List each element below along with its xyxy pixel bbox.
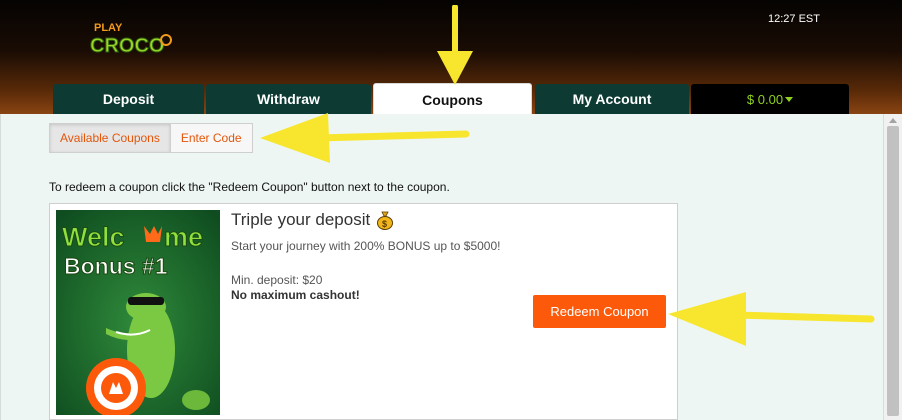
scroll-thumb[interactable] [887,126,899,416]
money-bag-icon: $ [377,211,394,230]
tab-my-account[interactable]: My Account [535,84,689,114]
svg-text:PLAY: PLAY [94,22,123,34]
subtab-available-coupons[interactable]: Available Coupons [50,124,171,152]
playcroco-logo[interactable]: PLAY CROCO [88,16,176,60]
svg-text:Bonus #1: Bonus #1 [64,253,168,279]
balance-amount: $ 0.00 [746,91,784,107]
redeem-instruction: To redeem a coupon click the "Redeem Cou… [49,180,450,194]
chevron-down-icon [785,96,794,102]
svg-text:CROCO: CROCO [90,35,164,57]
balance-dropdown[interactable]: $ 0.00 [691,84,849,114]
svg-text:$: $ [382,219,387,229]
tab-coupons[interactable]: Coupons [373,83,532,115]
coupon-title-text: Triple your deposit [231,210,371,229]
tab-withdraw[interactable]: Withdraw [206,84,371,114]
redeem-coupon-button[interactable]: Redeem Coupon [533,295,666,328]
coupon-title: Triple your deposit $ [231,210,394,230]
welcome-bonus-image: Welc me Bonus #1 [56,210,220,415]
clock-time: 12:27 EST [768,13,820,25]
coupon-subtabs: Available Coupons Enter Code [49,123,253,153]
scroll-up-arrow-icon[interactable] [889,118,897,123]
coupon-min-deposit: Min. deposit: $20 [231,273,323,287]
coupon-card: Welc me Bonus #1 Triple your deposit $ S… [49,203,678,420]
coupon-cashout-note: No maximum cashout! [231,288,360,302]
svg-text:me: me [164,222,203,252]
scrollbar[interactable] [883,114,902,420]
subtab-enter-code[interactable]: Enter Code [171,124,252,152]
coupon-description: Start your journey with 200% BONUS up to… [231,239,501,253]
svg-text:Welc: Welc [62,222,125,252]
tab-deposit[interactable]: Deposit [53,84,204,114]
